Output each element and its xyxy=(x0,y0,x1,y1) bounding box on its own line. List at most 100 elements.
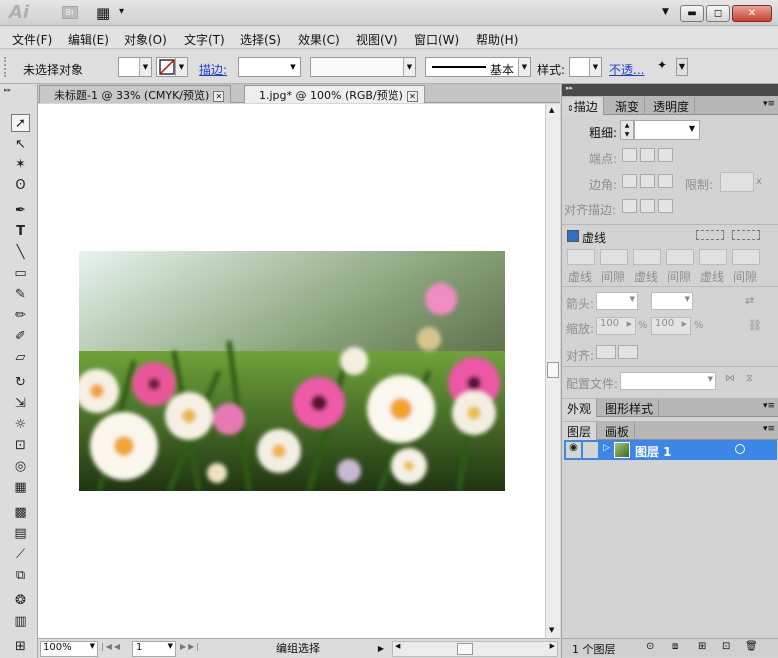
rotate-tool-icon[interactable]: ↻ xyxy=(11,374,30,392)
arrange-dropdown-icon[interactable]: ▾ xyxy=(119,6,124,17)
tab-untitled-1[interactable]: 未标题-1 @ 33% (CMYK/预览) ✕ xyxy=(39,85,232,103)
dock-header[interactable]: ▸▸ xyxy=(562,84,778,96)
stroke-dropdown-icon[interactable]: ▼ xyxy=(175,58,187,76)
gap-field-3[interactable] xyxy=(732,249,760,265)
bridge-button[interactable]: Br xyxy=(62,6,78,19)
current-tool-status[interactable]: 编组选择 ▶ xyxy=(210,642,386,656)
flip-across-icon[interactable]: ⧖ xyxy=(746,373,753,384)
vertical-scrollbar[interactable]: ▲ ▼ xyxy=(545,104,560,638)
scroll-right-icon[interactable]: ▶ xyxy=(550,642,555,650)
blob-brush-tool-icon[interactable]: ✐ xyxy=(11,328,30,346)
profile-dropdown-icon[interactable]: ▼ xyxy=(708,375,713,383)
dash-align-icon[interactable] xyxy=(732,230,760,240)
link-scale-icon[interactable]: ⛓ xyxy=(748,319,762,332)
fill-dropdown-icon[interactable]: ▼ xyxy=(139,58,151,76)
dash-field-3[interactable] xyxy=(699,249,727,265)
tab-appearance[interactable]: 外观 xyxy=(562,399,598,417)
tab-transparency[interactable]: 透明度 xyxy=(648,97,696,115)
brush-dropdown-icon[interactable]: ▼ xyxy=(518,58,530,76)
variable-width-field[interactable]: ▼ xyxy=(310,57,416,77)
scroll-up-icon[interactable]: ▲ xyxy=(549,106,554,114)
menu-effect[interactable]: 效果(C) xyxy=(298,31,340,48)
style-dropdown-icon[interactable]: ▼ xyxy=(589,58,601,76)
next-last-artboard-icon[interactable]: ▶▶| xyxy=(180,642,201,651)
layer-target-icon[interactable] xyxy=(735,444,745,454)
projecting-cap-icon[interactable] xyxy=(658,148,673,162)
locate-object-icon[interactable]: ⊙ xyxy=(646,641,654,652)
menu-file[interactable]: 文件(F) xyxy=(12,31,52,48)
layer-row[interactable]: ◉ ▷ 图层 1 xyxy=(564,440,777,460)
start-scale-field[interactable]: 100 ▶ xyxy=(596,317,636,335)
scale-tool-icon[interactable]: ⇲ xyxy=(11,395,30,413)
dashed-line-checkbox[interactable] xyxy=(567,230,579,242)
type-tool-icon[interactable]: T xyxy=(11,223,30,241)
tab-layers[interactable]: 图层 xyxy=(562,422,598,440)
start-scale-arrow-icon[interactable]: ▶ xyxy=(627,320,632,328)
minimize-button[interactable]: ▬ xyxy=(680,5,704,22)
artboard-tool-icon[interactable]: ⊞ xyxy=(11,638,30,656)
start-arrow-dropdown-icon[interactable]: ▼ xyxy=(630,295,635,303)
menu-object[interactable]: 对象(O) xyxy=(124,31,167,48)
limit-field[interactable] xyxy=(720,172,754,192)
stroke-swatch[interactable]: ▼ xyxy=(156,57,188,77)
gap-field-1[interactable] xyxy=(600,249,628,265)
mesh-tool-icon[interactable]: ▩ xyxy=(11,504,30,522)
start-arrow-select[interactable]: ▼ xyxy=(596,292,638,310)
blend-tool-icon[interactable]: ⧉ xyxy=(11,567,30,585)
gap-field-2[interactable] xyxy=(666,249,694,265)
flip-along-icon[interactable]: ⋈ xyxy=(725,373,735,384)
pencil-tool-icon[interactable]: ✏ xyxy=(11,307,30,325)
opacity-link[interactable]: 不透... xyxy=(609,61,644,78)
vertical-scroll-thumb[interactable] xyxy=(547,362,559,378)
selection-area[interactable] xyxy=(749,440,775,460)
new-layer-icon[interactable]: ⊡ xyxy=(722,641,730,652)
gradient-tool-icon[interactable]: ▤ xyxy=(11,525,30,543)
recolor-artwork-icon[interactable]: ✦ xyxy=(657,58,673,76)
help-caret-icon[interactable]: ▼ xyxy=(662,7,669,17)
arrange-documents-icon[interactable]: ▦ xyxy=(96,4,110,22)
flower-photo[interactable] xyxy=(79,251,505,491)
magic-wand-tool-icon[interactable]: ✶ xyxy=(11,156,30,174)
tab-1-jpg[interactable]: 1.jpg* @ 100% (RGB/预览) ✕ xyxy=(244,85,425,103)
perspective-grid-tool-icon[interactable]: ▦ xyxy=(11,479,30,497)
close-tab-icon[interactable]: ✕ xyxy=(406,91,418,102)
clipping-mask-icon[interactable]: ⧈ xyxy=(672,641,678,652)
control-menu-icon[interactable]: ▼ xyxy=(676,58,688,76)
panel-menu-icon[interactable]: ▾≡ xyxy=(763,99,775,109)
new-sublayer-icon[interactable]: ⊞ xyxy=(698,641,706,652)
eyedropper-tool-icon[interactable]: ⟋ xyxy=(11,546,30,564)
expand-layer-icon[interactable]: ▷ xyxy=(603,443,610,453)
round-join-icon[interactable] xyxy=(640,174,655,188)
zoom-field[interactable]: 100% ▼ xyxy=(40,641,98,657)
selection-tool-icon[interactable]: ➚ xyxy=(11,114,30,132)
menu-select[interactable]: 选择(S) xyxy=(240,31,281,48)
swap-arrows-icon[interactable]: ⇄ xyxy=(745,294,754,307)
delete-layer-icon[interactable]: 🗑 xyxy=(745,641,758,652)
menu-help[interactable]: 帮助(H) xyxy=(476,31,518,48)
panel-menu-icon[interactable]: ▾≡ xyxy=(763,424,775,434)
artboard-dropdown-icon[interactable]: ▼ xyxy=(168,642,173,650)
miter-join-icon[interactable] xyxy=(622,174,637,188)
first-prev-artboard-icon[interactable]: |◀◀ xyxy=(101,642,122,651)
pen-tool-icon[interactable]: ✒ xyxy=(11,202,30,220)
toolbox-collapse-icon[interactable]: ▸▸ xyxy=(4,86,11,94)
restore-button[interactable]: ◻ xyxy=(706,5,730,22)
layer-name[interactable]: 图层 1 xyxy=(635,443,672,460)
panel-menu-icon[interactable]: ▾≡ xyxy=(763,401,775,411)
line-tool-icon[interactable]: ╲ xyxy=(11,244,30,262)
scroll-down-icon[interactable]: ▼ xyxy=(549,626,554,634)
tab-artboards[interactable]: 画板 xyxy=(600,422,636,440)
align-outside-icon[interactable] xyxy=(658,199,673,213)
visibility-eye-icon[interactable]: ◉ xyxy=(566,442,581,458)
rectangle-tool-icon[interactable]: ▭ xyxy=(11,265,30,283)
weight-dropdown-icon[interactable]: ▼ xyxy=(689,124,695,133)
close-button[interactable]: ✕ xyxy=(732,5,772,22)
round-cap-icon[interactable] xyxy=(640,148,655,162)
graphic-style-swatch[interactable]: ▼ xyxy=(569,57,602,77)
dash-field-1[interactable] xyxy=(567,249,595,265)
eraser-tool-icon[interactable]: ▱ xyxy=(11,349,30,367)
horizontal-scroll-thumb[interactable] xyxy=(457,643,473,655)
column-graph-tool-icon[interactable]: ▥ xyxy=(11,613,30,631)
profile-select[interactable]: ▼ xyxy=(620,372,716,390)
zoom-dropdown-icon[interactable]: ▼ xyxy=(90,642,95,650)
